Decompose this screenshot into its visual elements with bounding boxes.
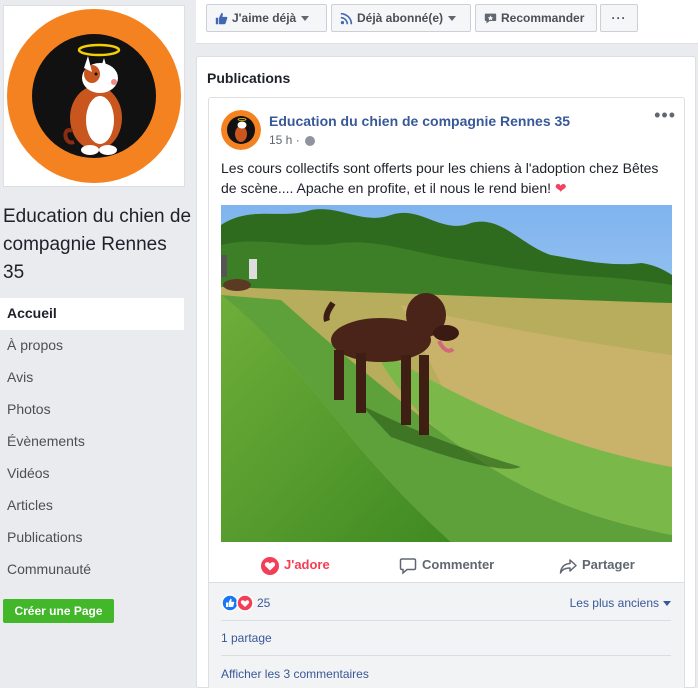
page-title[interactable]: Education du chien de compagnie Rennes 3… — [3, 203, 193, 287]
nav-item-a-propos[interactable]: À propos — [0, 330, 184, 362]
reaction-icons[interactable] — [221, 594, 255, 612]
divider — [221, 620, 671, 621]
page-logo — [7, 9, 181, 183]
more-options-button[interactable]: ··· — [600, 4, 638, 32]
nav-item-photos[interactable]: Photos — [0, 394, 184, 426]
reaction-count[interactable]: 25 — [257, 596, 270, 610]
post-photo[interactable] — [221, 205, 672, 542]
chevron-down-icon — [663, 601, 671, 607]
section-title: Publications — [207, 70, 291, 86]
create-page-button[interactable]: Créer une Page — [3, 599, 114, 623]
chevron-down-icon — [301, 16, 310, 22]
nav-item-videos[interactable]: Vidéos — [0, 458, 184, 490]
share-button[interactable]: Partager — [559, 550, 635, 580]
post-message: Les cours collectifs sont offerts pour l… — [221, 158, 671, 198]
nav-item-avis[interactable]: Avis — [0, 362, 184, 394]
comment-sort-label: Les plus anciens — [569, 596, 659, 610]
divider — [221, 655, 671, 656]
share-count-link[interactable]: 1 partage — [221, 631, 272, 645]
nav-item-communaute[interactable]: Communauté — [0, 554, 184, 586]
post-options-button[interactable]: ••• — [654, 106, 676, 124]
nav-item-publications[interactable]: Publications — [0, 522, 184, 554]
chevron-down-icon — [448, 16, 457, 22]
follow-page-button[interactable]: Déjà abonné(e) — [331, 4, 471, 32]
like-page-button[interactable]: J'aime déjà — [206, 4, 327, 32]
nav-item-articles[interactable]: Articles — [0, 490, 184, 522]
page-profile-picture[interactable] — [3, 5, 185, 187]
post-actions: J'adore Commenter Partager — [209, 550, 684, 580]
like-page-label: J'aime déjà — [232, 11, 297, 25]
page-action-bar: J'aime déjà Déjà abonné(e) Recommander ·… — [196, 0, 698, 44]
reactions-summary: 25 Les plus anciens — [221, 593, 671, 617]
share-arrow-icon — [559, 558, 577, 574]
share-label: Partager — [582, 557, 635, 572]
speech-bubble-icon — [484, 13, 497, 24]
publications-section: Publications Education du chien de compa… — [196, 56, 696, 688]
page-navigation: Accueil À propos Avis Photos Évènements … — [0, 298, 184, 586]
left-sidebar: Education du chien de compagnie Rennes 3… — [0, 0, 196, 688]
rss-icon — [340, 13, 353, 25]
recommend-label: Recommander — [501, 11, 585, 25]
post-author-name[interactable]: Education du chien de compagnie Rennes 3… — [269, 113, 570, 129]
comment-button[interactable]: Commenter — [399, 550, 494, 580]
avatar-logo-icon — [221, 110, 261, 150]
love-reaction-button[interactable]: J'adore — [261, 550, 330, 580]
globe-icon — [305, 135, 316, 146]
thumbs-up-icon — [215, 13, 228, 25]
recommend-button[interactable]: Recommander — [475, 4, 597, 32]
heart-emoji-icon: ❤ — [554, 180, 567, 196]
view-comments-link[interactable]: Afficher les 3 commentaires — [221, 667, 369, 681]
comment-sort-dropdown[interactable]: Les plus anciens — [570, 596, 671, 610]
post-time: 15 h · — [269, 133, 300, 147]
post-author-avatar[interactable] — [221, 110, 261, 150]
comment-label: Commenter — [422, 557, 495, 572]
post-footer: 25 Les plus anciens 1 partage Afficher l… — [209, 582, 684, 688]
nav-item-accueil[interactable]: Accueil — [0, 298, 184, 330]
heart-icon — [261, 556, 279, 575]
nav-item-evenements[interactable]: Évènements — [0, 426, 184, 458]
love-reaction-label: J'adore — [284, 557, 330, 572]
post-message-text: Les cours collectifs sont offerts pour l… — [221, 160, 659, 196]
follow-page-label: Déjà abonné(e) — [357, 11, 444, 25]
post-timestamp[interactable]: 15 h · — [269, 133, 316, 147]
post-card: Education du chien de compagnie Rennes 3… — [208, 97, 685, 688]
comment-icon — [399, 557, 417, 575]
